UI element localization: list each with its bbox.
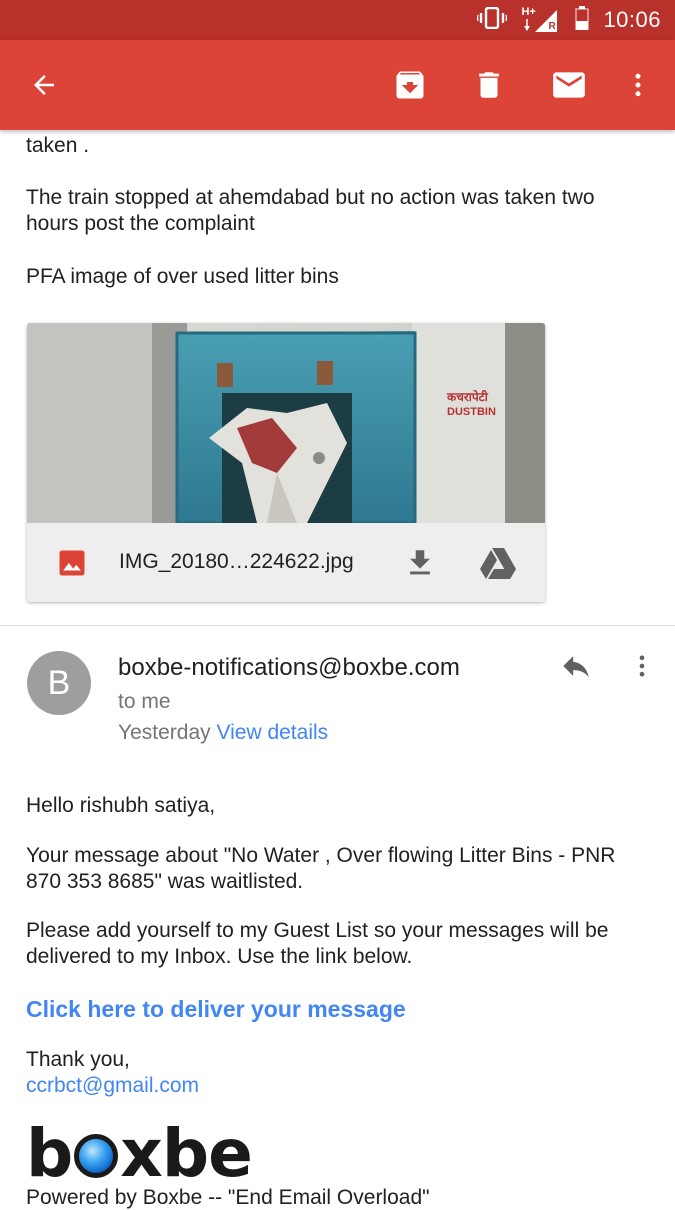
guest-list-message: Please add yourself to my Guest List so … [26, 919, 609, 968]
deliver-message-link[interactable]: Click here to deliver your message [26, 996, 406, 1023]
reply-icon[interactable] [556, 649, 596, 688]
signature-email-link[interactable]: ccrbct@gmail.com [26, 1073, 646, 1099]
message-more-icon[interactable] [628, 650, 656, 687]
signal-icon: H+ R [521, 6, 561, 34]
battery-icon [575, 5, 590, 35]
message-date: Yesterday [118, 721, 211, 744]
image-file-icon [57, 548, 87, 583]
photo-hindi-label: कचरापेटी [446, 390, 489, 404]
avatar[interactable]: B [27, 651, 91, 715]
email-body-line: PFA image of over used litter bins [26, 265, 339, 288]
back-arrow-icon[interactable] [22, 63, 66, 107]
sender-email[interactable]: boxbe-notifications@boxbe.com [118, 654, 460, 682]
mark-unread-mail-icon[interactable] [547, 63, 591, 107]
message-date-row: Yesterday View details [118, 721, 328, 745]
attachment-bar: IMG_20180…224622.jpg [27, 523, 545, 602]
boxbe-logo: b xbe [26, 1115, 253, 1192]
view-details-link[interactable]: View details [216, 721, 328, 744]
archive-icon[interactable] [388, 63, 432, 107]
photo-dustbin-label: DUSTBIN [447, 406, 496, 418]
attachment-filename[interactable]: IMG_20180…224622.jpg [119, 550, 354, 574]
logo-globe-icon [74, 1134, 119, 1178]
email-body-line: The train stopped at ahemdabad but no ac… [26, 186, 595, 235]
email-body-line: taken . [26, 134, 90, 157]
logo-text-right: xbe [120, 1115, 253, 1192]
roaming-label: R [548, 21, 556, 32]
thanks-text: Thank you, [26, 1048, 130, 1071]
delete-icon[interactable] [467, 63, 511, 107]
status-bar: H+ R 10:06 [0, 0, 675, 40]
clock: 10:06 [603, 7, 661, 32]
app-bar [0, 40, 675, 130]
more-vert-icon[interactable] [616, 63, 660, 107]
vibrate-icon [477, 6, 508, 34]
powered-by-text: Powered by Boxbe -- "End Email Overload" [26, 1186, 430, 1209]
attachment-photo[interactable]: कचरापेटी DUSTBIN [27, 323, 545, 525]
download-icon[interactable] [403, 546, 437, 585]
greeting-text: Hello rishubh satiya, [26, 794, 216, 817]
recipient-label: to me [118, 690, 171, 713]
message-divider [0, 625, 675, 626]
waitlist-message: Your message about "No Water , Over flow… [26, 844, 616, 893]
logo-text-left: b [26, 1115, 73, 1192]
attachment-card[interactable]: कचरापेटी DUSTBIN IMG_20180…224622.jpg [27, 323, 545, 602]
save-to-drive-icon[interactable] [479, 546, 517, 585]
